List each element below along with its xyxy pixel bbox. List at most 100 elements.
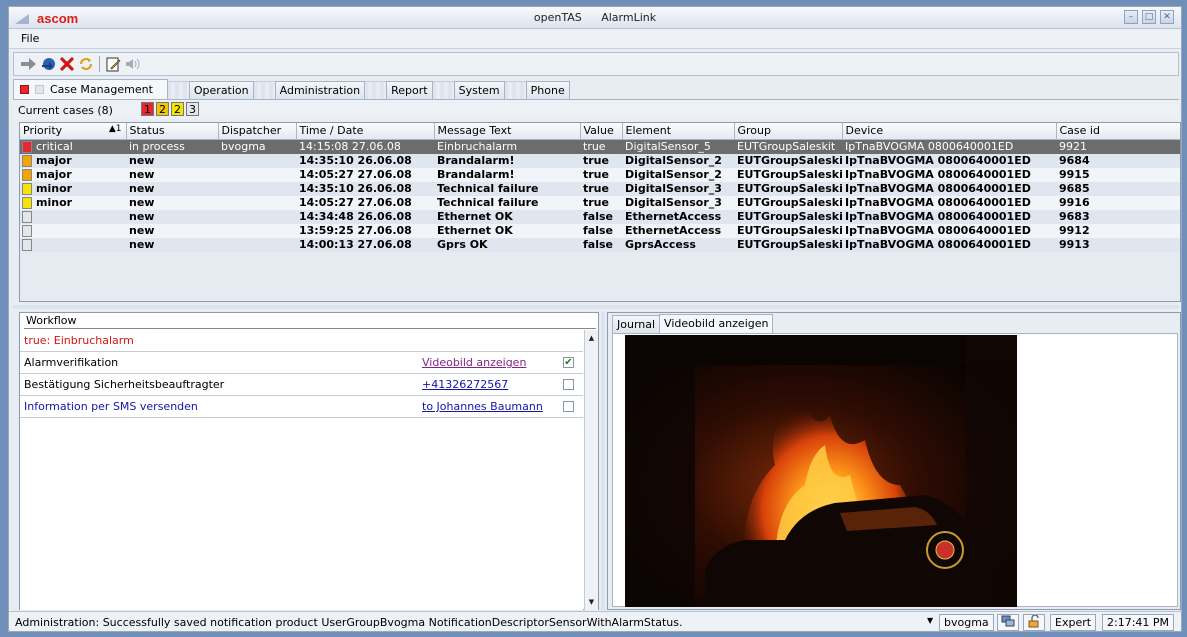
tab-operation[interactable]: Operation [188, 81, 254, 99]
col-value[interactable]: Value [580, 123, 623, 140]
col-label: Priority [23, 124, 63, 138]
network-icon[interactable] [997, 614, 1019, 631]
tab-report[interactable]: Report [386, 81, 433, 99]
video-area [612, 333, 1178, 607]
cell-case-id: 9915 [1056, 167, 1180, 182]
lock-open-icon[interactable] [1023, 614, 1045, 631]
send-sms-link[interactable]: to Johannes Baumann [422, 396, 543, 418]
cell-dispatcher [218, 209, 296, 224]
horizontal-splitter[interactable] [13, 305, 1179, 309]
speaker-icon[interactable] [124, 56, 141, 73]
tab-label: Case Management [50, 83, 153, 96]
cell-time: 14:00:13 27.06.08 [296, 237, 434, 252]
vertical-splitter[interactable] [601, 312, 605, 610]
refresh-icon[interactable] [77, 56, 94, 73]
maximize-icon[interactable]: □ [1142, 10, 1156, 24]
tab-label: Phone [530, 84, 565, 97]
table-row[interactable]: minor new 14:35:10 26.06.08 Technical failu… [20, 181, 1180, 196]
tab-administration[interactable]: Administration [274, 81, 366, 99]
col-device[interactable]: Device [842, 123, 1057, 140]
cell-group: EUTGroupSaleskit [734, 237, 842, 252]
step-checkbox[interactable] [563, 379, 574, 390]
priority-badge-critical[interactable]: 1 [141, 102, 154, 116]
module-name: AlarmLink [601, 11, 657, 24]
cell-message: Gprs OK [434, 237, 580, 252]
cell-value: false [580, 223, 622, 238]
cell-device: IpTnaBVOGMA 0800640001ED [842, 153, 1056, 168]
menu-file[interactable]: File [21, 32, 39, 45]
table-row[interactable]: new 13:59:25 27.06.08 Ethernet OK false Ethe… [20, 223, 1180, 238]
app-window: ascom openTAS AlarmLink – □ ✕ File Case … [8, 6, 1182, 632]
cell-value: true [580, 195, 622, 210]
forward-arrow-icon[interactable] [20, 56, 37, 73]
cell-status: in process [126, 139, 218, 154]
col-case-id[interactable]: Case id [1056, 123, 1180, 140]
show-video-link[interactable]: Videobild anzeigen [422, 352, 526, 374]
workflow-scrollbar[interactable]: ▲ ▼ [584, 330, 598, 610]
cell-message: Ethernet OK [434, 209, 580, 224]
cell-case-id: 9913 [1056, 237, 1180, 252]
call-phone-link[interactable]: +41326272567 [422, 374, 508, 396]
step-checkbox[interactable] [563, 401, 574, 412]
workflow-list: true: Einbruchalarm Alarmverifikation Vi… [20, 330, 583, 610]
cell-priority [20, 237, 126, 252]
table-row[interactable]: new 14:00:13 27.06.08 Gprs OK false GprsAcce… [20, 237, 1180, 252]
tab-case-management[interactable]: Case Management [13, 79, 168, 99]
clock: 2:17:41 PM [1102, 614, 1175, 631]
cell-time: 14:15:08 27.06.08 [296, 139, 434, 154]
col-status[interactable]: Status [126, 123, 219, 140]
cell-group: EUTGroupSaleskit [734, 139, 842, 154]
dropdown-arrow-icon[interactable]: ▼ [927, 616, 933, 625]
cell-group: EUTGroupSaleskit [734, 209, 842, 224]
user-mode: Expert [1050, 614, 1097, 631]
tab-label: Administration [279, 84, 361, 97]
col-message-text[interactable]: Message Text [434, 123, 581, 140]
tab-spacer [503, 81, 526, 99]
video-frame [625, 335, 1017, 607]
cell-case-id: 9683 [1056, 209, 1180, 224]
tab-phone[interactable]: Phone [525, 81, 570, 99]
cell-element: DigitalSensor_3 [622, 181, 734, 196]
tab-system[interactable]: System [453, 81, 505, 99]
workflow-step: Bestätigung Sicherheitsbeauftragter +413… [20, 374, 583, 396]
priority-badge-minor[interactable]: 2 [171, 102, 184, 116]
cell-time: 14:34:48 26.06.08 [296, 209, 434, 224]
priority-badge-info[interactable]: 3 [186, 102, 199, 116]
col-element[interactable]: Element [622, 123, 735, 140]
title-bar: ascom openTAS AlarmLink – □ ✕ [9, 7, 1181, 29]
edit-note-icon[interactable] [105, 56, 122, 73]
cell-value: true [580, 181, 622, 196]
workflow-step-label: Bestätigung Sicherheitsbeauftragter [24, 378, 225, 391]
cell-element: DigitalSensor_3 [622, 195, 734, 210]
app-name: openTAS [533, 11, 582, 24]
col-time-date[interactable]: Time / Date [296, 123, 435, 140]
cell-device: IpTnaBVOGMA 0800640001ED [842, 237, 1056, 252]
priority-badge-major[interactable]: 2 [156, 102, 169, 116]
col-priority[interactable]: Priority ▲1 [20, 123, 127, 140]
tab-spacer [431, 81, 454, 99]
minimize-icon[interactable]: – [1124, 10, 1138, 24]
table-row[interactable]: minor new 14:05:27 27.06.08 Technical failu… [20, 195, 1180, 210]
delete-case-icon[interactable] [58, 56, 75, 73]
col-group[interactable]: Group [734, 123, 843, 140]
col-dispatcher[interactable]: Dispatcher [218, 123, 297, 140]
status-bar: Administration: Successfully saved notif… [9, 611, 1181, 631]
table-row[interactable]: major new 14:05:27 27.06.08 Brandalarm! true… [20, 167, 1180, 182]
cell-dispatcher [218, 223, 296, 238]
tab-journal[interactable]: Journal [612, 315, 661, 333]
scroll-down-icon[interactable]: ▼ [586, 596, 597, 608]
cell-element: EthernetAccess [622, 209, 734, 224]
step-done-checkbox[interactable]: ✔ [563, 357, 574, 368]
table-row[interactable]: critical in process bvogma 14:15:08 27.06.0… [20, 139, 1180, 154]
table-row[interactable]: major new 14:35:10 26.06.08 Brandalarm! true… [20, 153, 1180, 168]
fire-scene-image [625, 335, 1017, 607]
accept-case-icon[interactable] [39, 56, 56, 73]
tab-label: Report [391, 84, 428, 97]
cell-time: 14:35:10 26.06.08 [296, 181, 434, 196]
table-row[interactable]: new 14:34:48 26.06.08 Ethernet OK false Ethe… [20, 209, 1180, 224]
close-window-icon[interactable]: ✕ [1160, 10, 1174, 24]
workflow-panel: Workflow true: Einbruchalarm Alarmverifi… [19, 312, 599, 610]
scroll-up-icon[interactable]: ▲ [586, 332, 597, 344]
tab-video[interactable]: Videobild anzeigen [659, 314, 774, 333]
cell-time: 13:59:25 27.06.08 [296, 223, 434, 238]
